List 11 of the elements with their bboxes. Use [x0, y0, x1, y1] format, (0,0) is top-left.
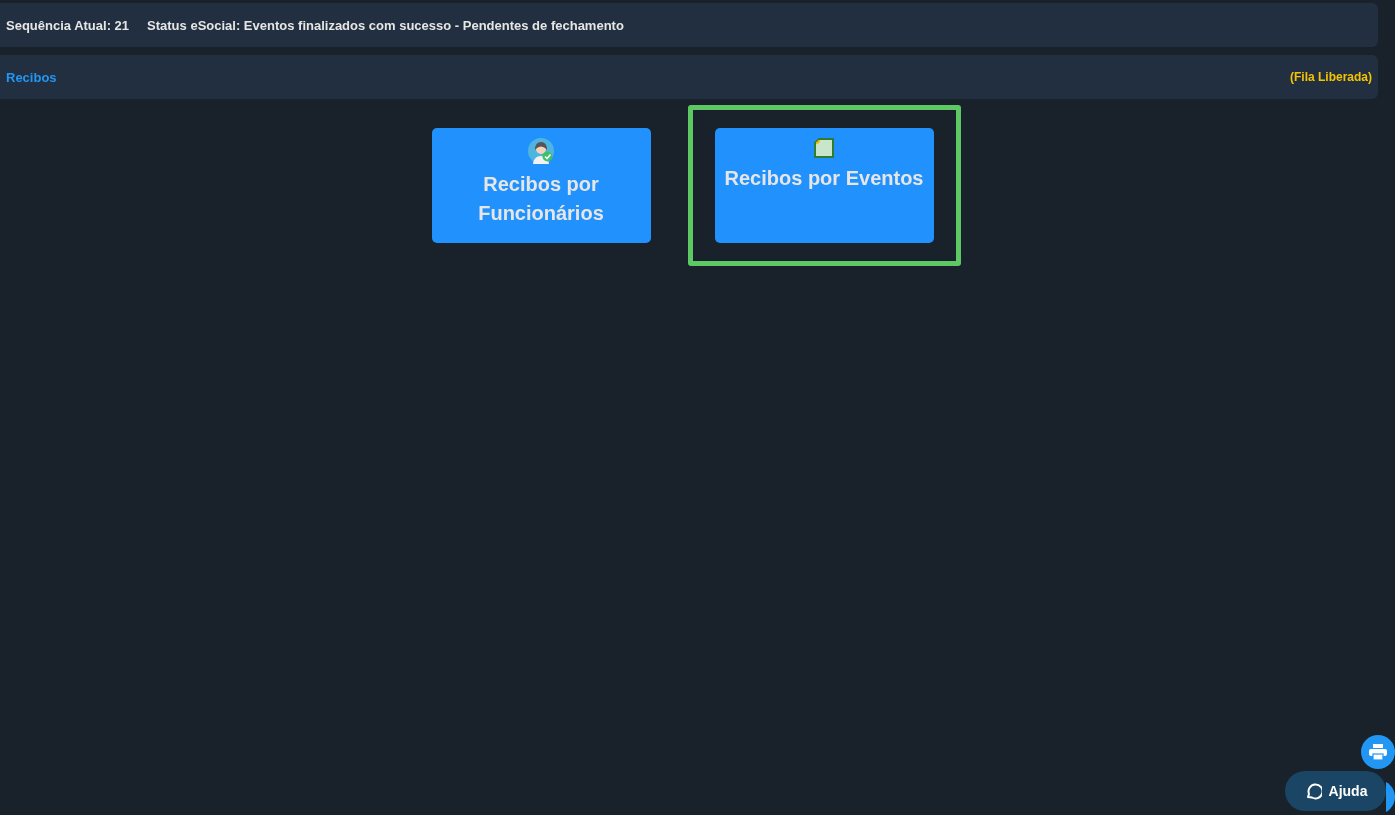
person-check-icon — [528, 138, 554, 164]
sequence-text: Sequência Atual: 21 — [6, 17, 130, 33]
help-button[interactable]: Ajuda — [1285, 771, 1386, 811]
document-icon — [814, 138, 834, 158]
queue-status: (Fila Liberada) — [1290, 70, 1372, 84]
printer-icon — [1369, 744, 1387, 760]
status-text: Status eSocial: Eventos finalizados com sucesso - Pendentes de fechamento — [147, 17, 624, 33]
print-button[interactable] — [1361, 735, 1395, 769]
section-title: Recibos — [6, 69, 57, 85]
receipts-card[interactable]: Recibos por Eventos — [714, 128, 934, 243]
receipts-card[interactable]: Recibos por Funcionários — [431, 128, 651, 243]
